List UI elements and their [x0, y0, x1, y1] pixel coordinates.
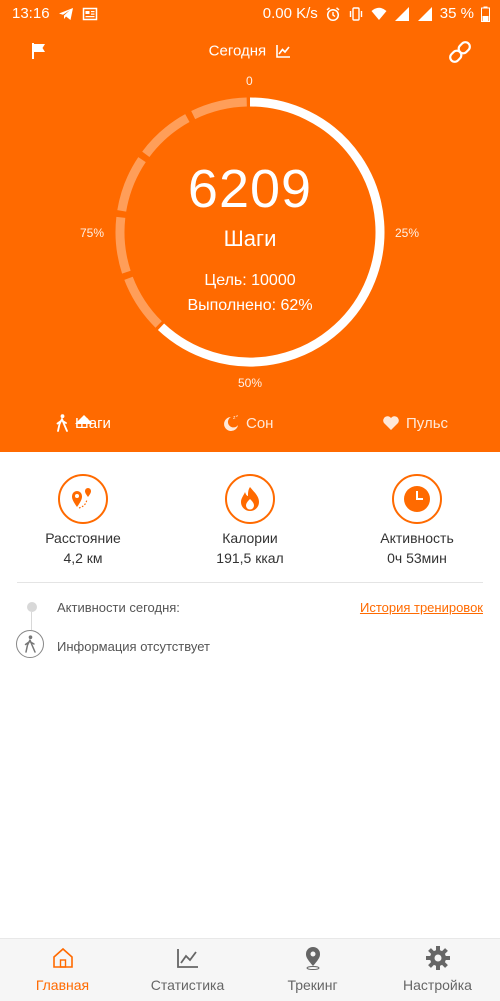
- timeline-walk-icon-wrap: [16, 630, 44, 658]
- gear-icon: [425, 946, 450, 970]
- wifi-icon: [371, 7, 387, 20]
- workout-history-link[interactable]: История тренировок: [360, 600, 483, 615]
- steps-count: 6209: [187, 159, 313, 219]
- page-title: Сегодня: [208, 42, 267, 60]
- ring-remaining-segment: [142, 114, 190, 158]
- moon-icon: zz: [224, 414, 238, 431]
- network-speed: 0.00 K/s: [262, 5, 318, 22]
- chart-icon: [276, 45, 291, 58]
- signal-icon: [394, 6, 409, 21]
- nav-statistics[interactable]: Статистика: [125, 945, 250, 993]
- nav-settings-label: Настройка: [403, 977, 472, 993]
- activity-section: Активности сегодня: История тренировок И…: [0, 596, 500, 676]
- metric-activity-value: 0ч 53мин: [387, 550, 447, 566]
- activity-empty-message: Информация отсутствует: [57, 639, 210, 654]
- tab-sleep-label: Сон: [246, 414, 274, 432]
- flame-icon: [241, 487, 259, 511]
- status-time: 13:16: [12, 5, 50, 22]
- status-bar: 13:16 0.00 K/s 35 %: [0, 0, 500, 28]
- news-icon: [82, 7, 97, 20]
- steps-completed: Выполнено: 62%: [187, 297, 313, 314]
- ring-remaining-segment: [191, 97, 247, 120]
- alarm-icon: [326, 6, 340, 21]
- steps-summary-panel: Сегодня 0 25% 50% 75% 6209 Шаги Цель: 10…: [0, 28, 500, 452]
- heart-icon: [383, 416, 399, 430]
- stats-icon: [176, 949, 198, 968]
- metric-calories-value: 191,5 ккал: [216, 550, 284, 566]
- walk-icon: [56, 414, 68, 432]
- steps-label: Шаги: [223, 226, 277, 251]
- activity-title: Активности сегодня:: [57, 600, 180, 615]
- metric-calories-label: Калории: [222, 530, 278, 546]
- metric-activity-icon-wrap: [392, 474, 442, 524]
- timeline-dot: [27, 602, 37, 612]
- metric-activity[interactable]: Активность 0ч 53мин: [342, 474, 492, 566]
- active-tab-indicator: [75, 415, 93, 424]
- metric-distance[interactable]: Расстояние 4,2 км: [8, 474, 158, 566]
- signal-icon-2: [417, 6, 432, 21]
- telegram-icon: [58, 7, 73, 20]
- ring-tick-bottom: 50%: [238, 376, 263, 390]
- walk-icon: [24, 635, 36, 653]
- link-icon[interactable]: [446, 38, 474, 66]
- location-icon: [305, 947, 320, 970]
- clock-icon: [404, 486, 430, 512]
- vibrate-icon: [349, 6, 362, 21]
- bottom-navigation: Главная Статистика Трекинг Настройка: [0, 938, 500, 1001]
- metric-calories-icon-wrap: [225, 474, 275, 524]
- nav-home-label: Главная: [35, 977, 90, 993]
- nav-settings[interactable]: Настройка: [375, 945, 500, 993]
- metric-activity-label: Активность: [380, 530, 454, 546]
- battery-level: 35 %: [439, 5, 474, 22]
- home-icon: [52, 947, 73, 968]
- nav-tracking-label: Трекинг: [287, 977, 338, 993]
- metric-distance-value: 4,2 км: [63, 550, 103, 566]
- nav-home[interactable]: Главная: [0, 945, 125, 993]
- metric-distance-label: Расстояние: [45, 530, 121, 546]
- ring-tick-top: 0: [246, 74, 253, 88]
- timeline-line: [31, 612, 32, 630]
- steps-goal: Цель: 10000: [204, 272, 296, 289]
- tab-sleep[interactable]: zz Сон: [222, 408, 273, 438]
- route-pin-icon: [72, 488, 91, 509]
- battery-icon: [481, 6, 490, 22]
- metrics-row: Расстояние 4,2 км Калории 191,5 ккал Акт…: [0, 474, 500, 574]
- nav-statistics-label: Статистика: [150, 977, 225, 993]
- metric-calories[interactable]: Калории 191,5 ккал: [175, 474, 325, 566]
- metric-distance-icon-wrap: [58, 474, 108, 524]
- section-divider: [17, 582, 483, 583]
- tab-pulse-label: Пульс: [406, 414, 449, 432]
- tab-pulse[interactable]: Пульс: [382, 408, 448, 438]
- nav-tracking[interactable]: Трекинг: [250, 945, 375, 993]
- svg-text:z: z: [236, 414, 238, 418]
- date-selector[interactable]: Сегодня: [0, 42, 500, 60]
